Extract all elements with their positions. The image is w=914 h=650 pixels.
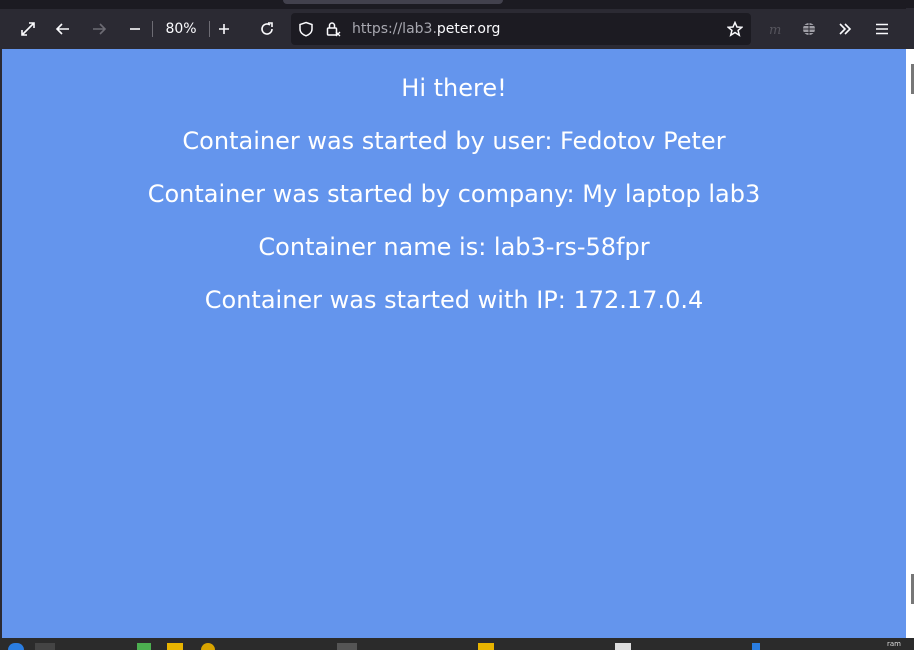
back-button[interactable] [47,13,79,45]
zoom-out-icon [130,28,140,30]
overflow-button[interactable] [829,13,861,45]
started-by-user-text: Container was started by user: Fedotov P… [182,127,726,155]
extension-button[interactable]: m [758,13,790,45]
fullscreen-icon [21,22,35,36]
zoom-in-icon [219,24,229,34]
navigation-toolbar: 80% https://lab3.peter.org m [0,8,906,49]
tab-strip [0,0,914,8]
forward-button[interactable] [83,13,115,45]
url-text[interactable]: https://lab3.peter.org [352,13,500,45]
container-ip-text: Container was started with IP: 172.17.0.… [204,286,704,314]
forward-icon [93,23,107,35]
zoom-out-button[interactable] [119,13,151,45]
overflow-icon [839,23,852,35]
taskbar-warning-icon[interactable] [167,643,183,650]
reload-button[interactable] [251,13,283,45]
scrollbar-gutter[interactable] [906,49,914,638]
bookmark-star-icon[interactable] [727,21,743,37]
started-by-company-text: Container was started by company: My lap… [147,180,761,208]
url-prefix: https://lab3. [352,21,437,37]
url-domain: peter.org [436,21,501,37]
taskbar-settings-icon[interactable] [201,643,215,650]
lock-icon[interactable] [325,21,341,37]
zoom-level-button[interactable]: 80% [154,17,208,41]
globe-button[interactable] [793,13,825,45]
taskbar-document-icon[interactable] [615,643,631,650]
taskbar-window-icon[interactable] [337,643,357,650]
menu-icon [876,23,888,35]
globe-icon [802,22,816,36]
taskbar-app-icon[interactable] [35,643,55,650]
taskbar-files-icon[interactable] [137,643,151,650]
greeting-text: Hi there! [401,74,507,102]
active-tab[interactable] [283,0,503,4]
page-content: Hi there! Container was started by user:… [2,49,906,638]
taskbar: ram [0,638,914,650]
start-menu-icon[interactable] [8,643,24,650]
reload-icon [261,22,273,35]
zoom-separator-left [152,21,153,37]
fullscreen-button[interactable] [12,13,44,45]
ram-indicator-label: ram [887,640,901,648]
taskbar-alert-icon[interactable] [478,643,494,650]
menu-button[interactable] [866,13,898,45]
extension-icon: m [769,23,781,37]
container-name-text: Container name is: lab3-rs-58fpr [258,233,650,261]
taskbar-network-icon[interactable] [752,643,760,650]
zoom-in-button[interactable] [208,13,240,45]
svg-text:m: m [769,23,781,37]
back-icon [55,23,69,35]
address-bar[interactable]: https://lab3.peter.org [291,13,751,45]
shield-icon[interactable] [298,21,314,37]
